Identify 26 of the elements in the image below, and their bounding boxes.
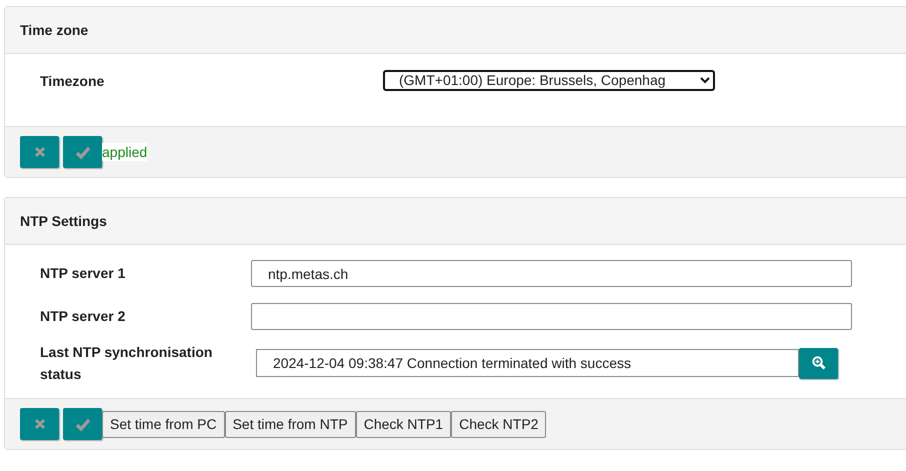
close-icon xyxy=(34,418,46,430)
search-button[interactable] xyxy=(799,348,838,378)
status-field[interactable]: 2024-12-04 09:38:47 Connection terminated with success xyxy=(256,349,799,377)
action-button[interactable]: Check NTP2 xyxy=(451,410,546,438)
panel-title: Time zone xyxy=(20,20,88,40)
apply-button[interactable] xyxy=(63,136,102,168)
timezone-select[interactable]: (GMT+01:00) Europe: Brussels, Copenhag xyxy=(383,70,715,91)
action-button[interactable]: Check NTP1 xyxy=(356,410,452,438)
chevron-down-icon xyxy=(700,77,710,84)
action-button[interactable]: Set time from NTP xyxy=(224,410,356,438)
check-icon xyxy=(74,146,90,158)
cancel-button[interactable] xyxy=(20,136,59,168)
apply-button[interactable] xyxy=(63,408,102,440)
zoom-icon xyxy=(812,356,826,370)
field-label: NTP server 2 xyxy=(39,307,126,326)
close-icon xyxy=(34,146,46,158)
cancel-button[interactable] xyxy=(20,408,59,440)
panel-title: NTP Settings xyxy=(20,212,107,231)
action-button[interactable]: Set time from PC xyxy=(102,410,225,438)
status-text: applied xyxy=(102,143,148,161)
text-field[interactable]: ntp.metas.ch xyxy=(251,260,852,287)
field-label: Last NTP synchronisation status xyxy=(39,343,214,384)
check-icon xyxy=(74,418,90,430)
field-label: Timezone xyxy=(39,72,106,91)
text-field[interactable] xyxy=(251,303,852,330)
field-label: NTP server 1 xyxy=(39,264,126,283)
